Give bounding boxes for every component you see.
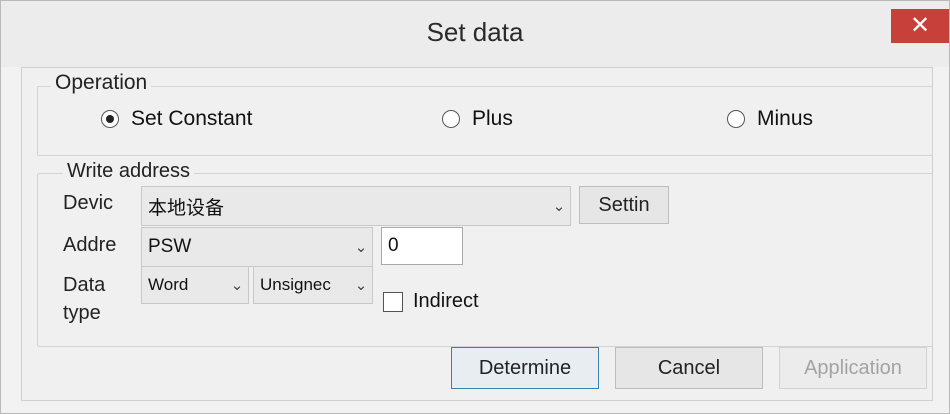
chevron-down-icon: ⌄ — [354, 239, 368, 256]
radio-set-constant-label: Set Constant — [131, 107, 253, 130]
settings-button[interactable]: Settin — [579, 186, 669, 224]
radio-plus-dot[interactable] — [442, 110, 460, 128]
address-type-value: PSW — [148, 236, 192, 257]
address-input[interactable]: 0 — [381, 227, 463, 265]
data-width-select[interactable]: Word ⌄ — [141, 266, 249, 304]
radio-minus-dot[interactable] — [727, 110, 745, 128]
operation-legend: Operation — [51, 71, 152, 95]
data-sign-value: Unsignec — [260, 275, 331, 294]
address-type-select[interactable]: PSW ⌄ — [141, 227, 373, 267]
device-select-value: 本地设备 — [148, 197, 225, 219]
data-type-label-line1: Data — [63, 274, 106, 296]
radio-minus[interactable]: Minus — [727, 107, 813, 131]
data-sign-select[interactable]: Unsignec ⌄ — [253, 266, 373, 304]
indirect-checkbox-label: Indirect — [413, 290, 479, 312]
dialog-title: Set data — [426, 17, 524, 47]
application-button[interactable]: Application — [779, 347, 927, 389]
radio-set-constant[interactable]: Set Constant — [101, 107, 252, 131]
radio-minus-label: Minus — [757, 107, 814, 130]
device-label: Devic — [63, 192, 114, 214]
determine-button[interactable]: Determine — [451, 347, 599, 389]
chevron-down-icon: ⌄ — [354, 277, 368, 294]
chevron-down-icon: ⌄ — [230, 277, 244, 294]
cancel-button[interactable]: Cancel — [615, 347, 763, 389]
indirect-checkbox[interactable]: Indirect — [383, 290, 479, 313]
write-address-legend: Write address — [63, 161, 195, 177]
radio-set-constant-dot[interactable] — [101, 110, 119, 128]
title-bar[interactable]: Set data ✕ — [1, 1, 949, 67]
set-data-dialog: Set data ✕ Operation Set Constant Plus M… — [0, 0, 950, 414]
address-label: Addre — [63, 234, 117, 256]
device-select[interactable]: 本地设备 ⌄ — [141, 186, 571, 226]
data-width-value: Word — [148, 275, 189, 294]
indirect-checkbox-box[interactable] — [383, 291, 403, 312]
close-icon: ✕ — [909, 12, 931, 39]
radio-plus-label: Plus — [472, 107, 513, 130]
close-button[interactable]: ✕ — [891, 9, 949, 43]
chevron-down-icon: ⌄ — [552, 198, 566, 215]
data-type-label-line2: type — [63, 302, 101, 324]
radio-plus[interactable]: Plus — [442, 107, 513, 131]
